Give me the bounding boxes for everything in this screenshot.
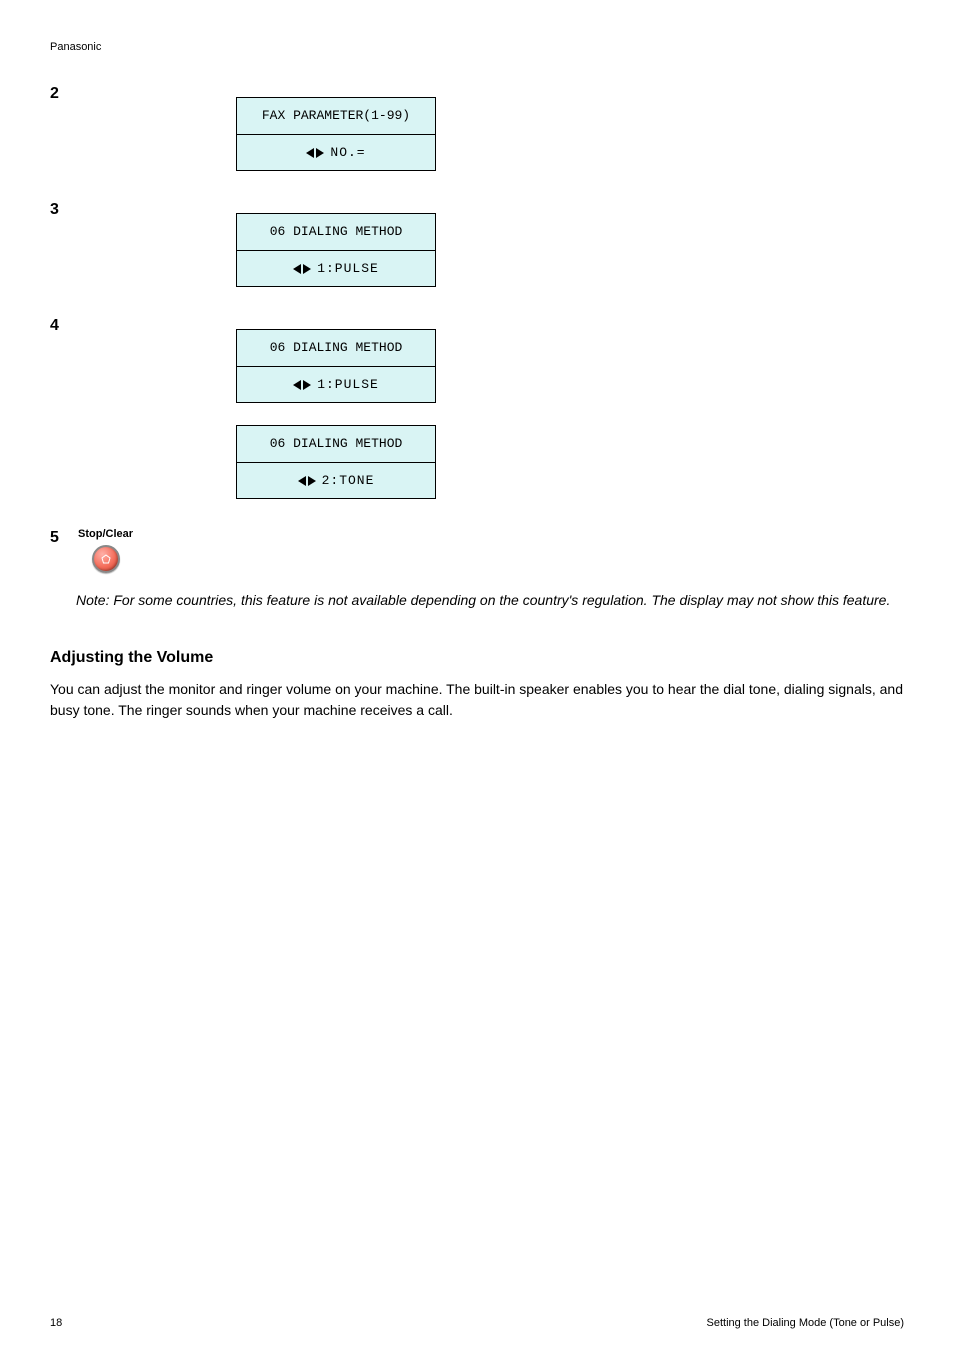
lcd-display: 06 DIALING METHOD 2:TONE xyxy=(236,425,436,499)
lcd-line2: NO.= xyxy=(237,134,435,170)
step-number: 2 xyxy=(50,83,76,105)
step-4: 4 06 DIALING METHOD 1:PULSE 06 DIALING M… xyxy=(50,315,904,499)
stop-clear-label: Stop/Clear xyxy=(78,527,133,543)
lcd-arrow-text: 2:TONE xyxy=(322,472,375,490)
section-title: Adjusting the Volume xyxy=(50,647,904,669)
right-arrow-icon xyxy=(303,264,311,274)
footer-caption: Setting the Dialing Mode (Tone or Pulse) xyxy=(707,1316,905,1331)
lcd-arrow-text: NO.= xyxy=(330,144,365,162)
step-2: 2 FAX PARAMETER(1-99) NO.= xyxy=(50,83,904,171)
right-arrow-icon xyxy=(316,148,324,158)
section-intro: You can adjust the monitor and ringer vo… xyxy=(50,679,904,720)
brand-header: Panasonic xyxy=(50,40,904,55)
note-label: Note: xyxy=(76,592,109,608)
left-arrow-icon xyxy=(306,148,314,158)
lcd-line1: 06 DIALING METHOD xyxy=(237,330,435,366)
step-number: 4 xyxy=(50,315,76,337)
step-3: 3 06 DIALING METHOD 1:PULSE xyxy=(50,199,904,287)
lcd-arrow-text: 1:PULSE xyxy=(317,376,379,394)
lcd-display: FAX PARAMETER(1-99) NO.= xyxy=(236,97,436,171)
right-arrow-icon xyxy=(303,380,311,390)
left-arrow-icon xyxy=(298,476,306,486)
step-number: 3 xyxy=(50,199,76,221)
note-text: For some countries, this feature is not … xyxy=(113,592,890,608)
stop-clear-button-graphic: Stop/Clear xyxy=(78,527,133,573)
step-text: Stop/Clear xyxy=(76,527,904,573)
step-5: 5 Stop/Clear xyxy=(50,527,904,573)
lcd-line1: 06 DIALING METHOD xyxy=(237,426,435,462)
note: Note: For some countries, this feature i… xyxy=(76,591,904,611)
left-arrow-icon xyxy=(293,380,301,390)
lcd-line2: 1:PULSE xyxy=(237,250,435,286)
right-arrow-icon xyxy=(308,476,316,486)
lcd-line1: FAX PARAMETER(1-99) xyxy=(237,98,435,134)
left-arrow-icon xyxy=(293,264,301,274)
footer-page-number: 18 xyxy=(50,1316,62,1331)
lcd-line2: 2:TONE xyxy=(237,462,435,498)
step-number: 5 xyxy=(50,527,76,549)
lcd-line2: 1:PULSE xyxy=(237,366,435,402)
lcd-line1: 06 DIALING METHOD xyxy=(237,214,435,250)
stop-clear-icon xyxy=(92,545,120,573)
lcd-display: 06 DIALING METHOD 1:PULSE xyxy=(236,213,436,287)
lcd-arrow-text: 1:PULSE xyxy=(317,260,379,278)
lcd-display: 06 DIALING METHOD 1:PULSE xyxy=(236,329,436,403)
